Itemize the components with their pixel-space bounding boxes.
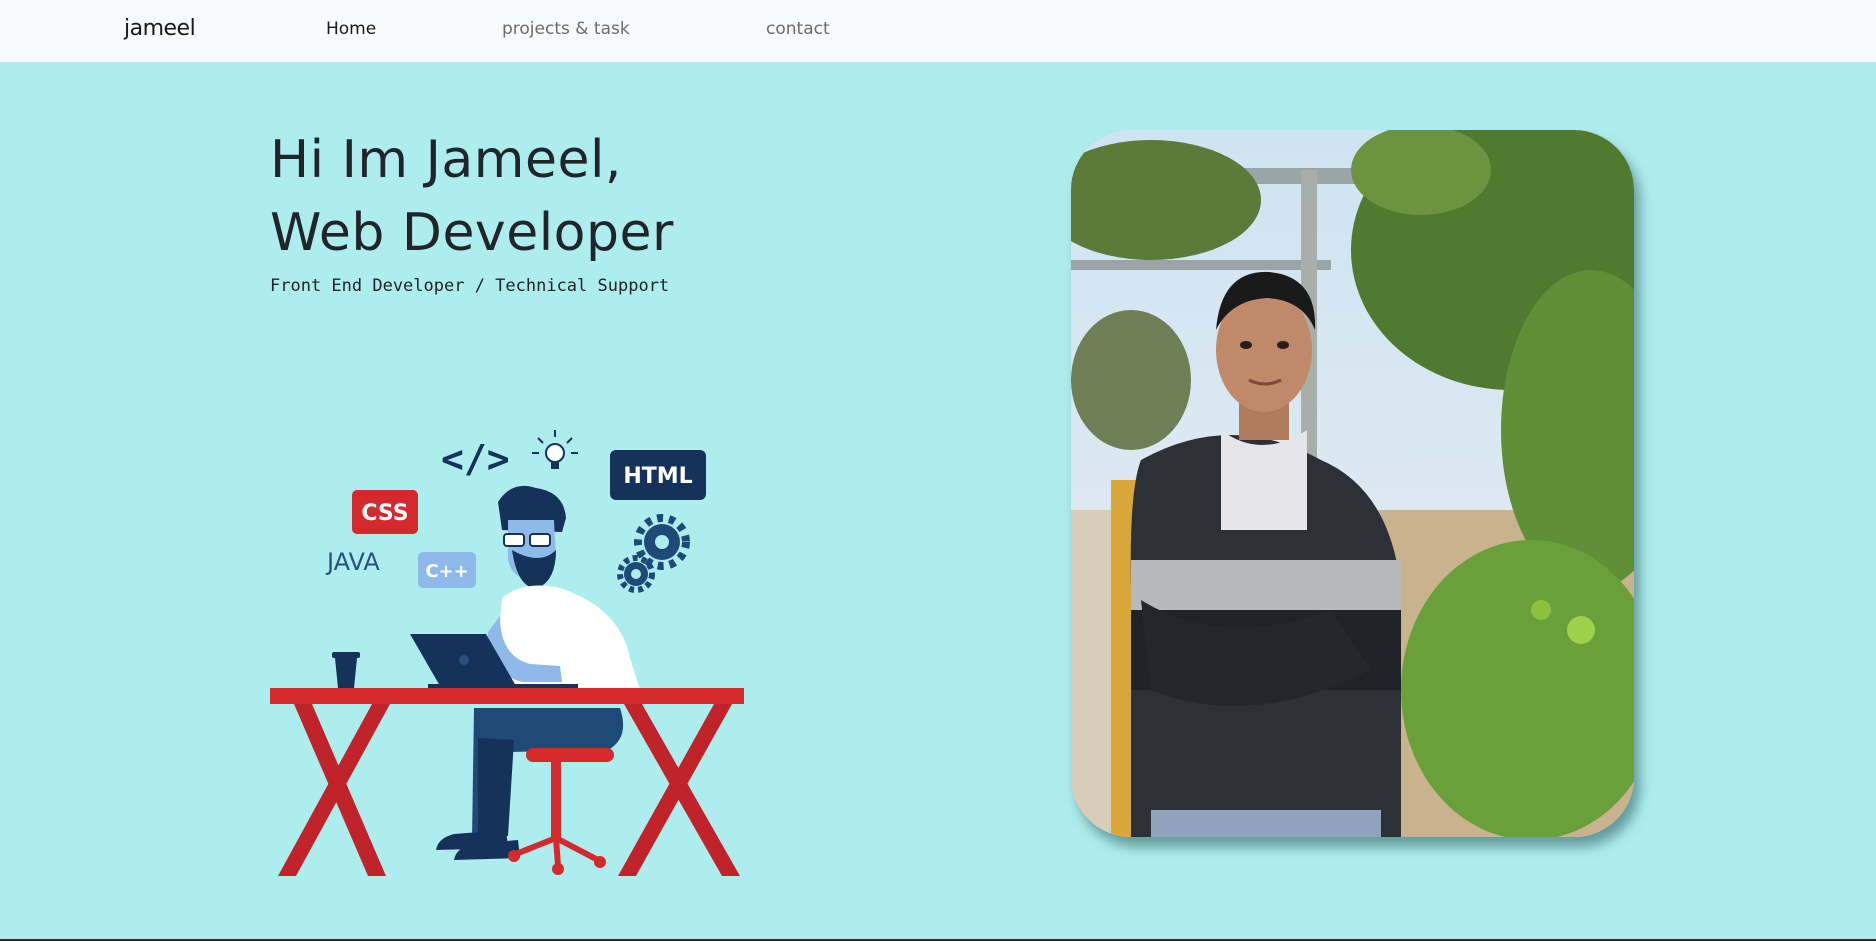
profile-photo-image (1071, 130, 1634, 837)
hero-subtitle: Front End Developer / Technical Support (270, 276, 670, 296)
css-badge: CSS (352, 490, 418, 534)
gear-icon (617, 514, 690, 593)
cpp-badge-label: C++ (425, 561, 468, 582)
html-badge: HTML (610, 450, 706, 500)
html-badge-label: HTML (623, 464, 692, 489)
nav-link-contact[interactable]: contact (766, 19, 830, 39)
css-badge-label: CSS (361, 501, 408, 526)
hero-title-line-2: Web Developer (270, 203, 674, 263)
hero-title: Hi Im Jameel, Web Developer (270, 124, 674, 270)
nav-link-projects[interactable]: projects & task (502, 19, 630, 39)
chair (508, 748, 614, 875)
brand-link[interactable]: jameel (124, 16, 196, 41)
lightbulb-icon (532, 430, 578, 469)
hero-title-line-1: Hi Im Jameel, (270, 130, 622, 190)
nav-link-home[interactable]: Home (326, 19, 376, 39)
profile-photo (1071, 130, 1634, 837)
cpp-badge: C++ (418, 552, 476, 588)
coffee-cup-icon (332, 652, 360, 688)
java-label: JAVA (325, 548, 380, 576)
developer-illustration: </> HTML CSS JAVA C++ (270, 430, 744, 876)
top-navbar: jameel Home projects & task contact (0, 0, 1876, 62)
code-tag-label: </> (441, 437, 510, 481)
